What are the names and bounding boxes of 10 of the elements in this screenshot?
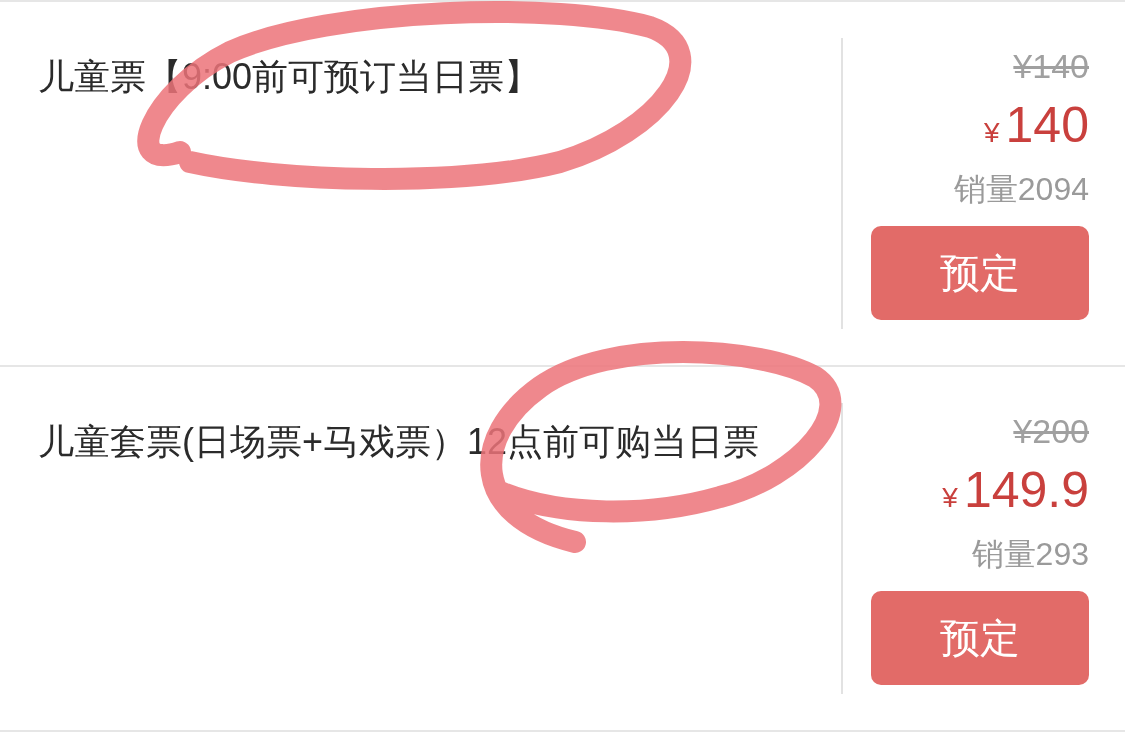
original-price: ¥140 bbox=[1013, 46, 1089, 87]
currency-symbol: ¥ bbox=[942, 481, 958, 515]
sales-count: 销量293 bbox=[971, 535, 1089, 574]
ticket-price: 149.9 bbox=[963, 461, 1089, 520]
book-button[interactable]: 预定 bbox=[871, 591, 1089, 685]
currency-symbol: ¥ bbox=[984, 116, 1000, 150]
sales-count: 销量2094 bbox=[953, 170, 1089, 209]
original-price: ¥200 bbox=[1013, 411, 1089, 452]
book-button[interactable]: 预定 bbox=[871, 226, 1089, 320]
ticket-price: 140 bbox=[1005, 96, 1089, 155]
